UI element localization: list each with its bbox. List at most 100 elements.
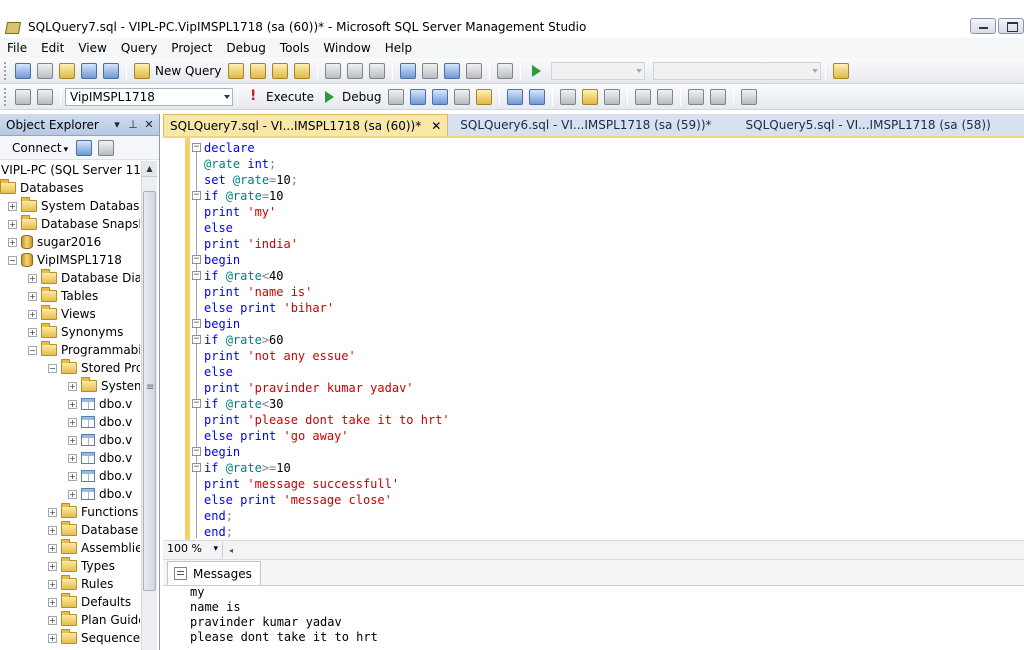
expand-icon[interactable]: + (28, 327, 37, 337)
tree-node[interactable]: − Stored Procedures (0, 359, 140, 377)
add-item-icon[interactable] (37, 62, 53, 79)
tree-node[interactable]: + Database Diagrams (0, 269, 140, 287)
menu-tools[interactable]: Tools (273, 41, 317, 55)
debug-button[interactable]: Debug (342, 90, 381, 104)
expand-icon[interactable]: + (48, 525, 57, 535)
copy-icon[interactable] (347, 62, 364, 79)
collapse-region-icon[interactable]: − (192, 271, 201, 280)
include-actual-plan-icon[interactable] (507, 88, 524, 105)
object-explorer-scrollbar[interactable]: ▲ (141, 161, 157, 650)
tree-node[interactable]: + Rules (0, 575, 140, 593)
collapse-region-icon[interactable]: − (192, 335, 201, 344)
specify-template-values-icon[interactable] (741, 88, 758, 105)
undo-icon[interactable] (400, 62, 417, 79)
save-icon[interactable] (81, 62, 97, 79)
tree-node[interactable]: + dbo.v (0, 449, 140, 467)
expand-icon[interactable]: + (28, 309, 37, 319)
tree-node[interactable]: + Functions (0, 503, 140, 521)
collapse-region-icon[interactable]: − (192, 447, 201, 456)
menu-query[interactable]: Query (114, 41, 164, 55)
scroll-thumb[interactable] (143, 191, 156, 591)
expand-icon[interactable]: + (48, 615, 57, 625)
expand-icon[interactable]: + (48, 561, 57, 571)
menu-edit[interactable]: Edit (34, 41, 71, 55)
query-designer-icon[interactable] (454, 88, 471, 105)
decrease-indent-icon[interactable] (688, 88, 705, 105)
minimize-button[interactable] (970, 18, 996, 34)
collapse-region-icon[interactable]: − (192, 255, 201, 264)
results-to-grid-icon[interactable] (582, 88, 599, 105)
menu-window[interactable]: Window (316, 41, 377, 55)
disconnect-icon[interactable] (76, 139, 93, 156)
navigate-forward-icon[interactable] (466, 62, 483, 79)
tree-node[interactable]: Databases (0, 179, 140, 197)
tree-node[interactable]: + System Databases (0, 197, 140, 215)
code-area[interactable]: declare @rate int; set @rate=10; if @rate=1… (204, 140, 450, 540)
navigate-back-icon[interactable] (444, 62, 461, 79)
cut-icon[interactable] (325, 62, 342, 79)
expand-icon[interactable]: + (68, 489, 77, 499)
collapse-region-icon[interactable]: − (192, 319, 201, 328)
tree-node[interactable]: + dbo.v (0, 431, 140, 449)
menu-file[interactable]: File (0, 41, 34, 55)
parse-icon[interactable] (410, 88, 427, 105)
maximize-button[interactable] (998, 18, 1024, 34)
connect-icon[interactable] (15, 88, 31, 105)
new-query-button[interactable]: New Query (155, 64, 221, 78)
client-statistics-icon[interactable] (529, 88, 546, 105)
collapse-icon[interactable]: − (8, 255, 17, 265)
tree-node[interactable]: + Types (0, 557, 140, 575)
tree-node[interactable]: + dbo.v (0, 485, 140, 503)
tree-node[interactable]: + Plan Guides (0, 611, 140, 629)
toolbar-grip[interactable] (4, 87, 8, 106)
connect-button[interactable]: Connect (12, 141, 68, 155)
expand-icon[interactable]: + (8, 237, 17, 247)
database-engine-query-icon[interactable] (228, 62, 245, 79)
expand-icon[interactable]: + (68, 435, 77, 445)
available-databases-dropdown[interactable]: VipIMSPL1718 (65, 87, 233, 106)
increase-indent-icon[interactable] (710, 88, 727, 105)
expand-icon[interactable]: + (28, 273, 37, 283)
pin-icon[interactable]: ⊥ (127, 118, 139, 131)
expand-icon[interactable]: + (28, 291, 37, 301)
expand-icon[interactable]: + (68, 399, 77, 409)
tree-node[interactable]: + System Stored Procedures (0, 377, 140, 395)
tree-node[interactable]: + Database Snapshots (0, 215, 140, 233)
zoom-dropdown[interactable]: 100 % (163, 542, 223, 558)
paste-icon[interactable] (369, 62, 386, 79)
tree-node[interactable]: + dbo.v (0, 395, 140, 413)
expand-icon[interactable]: + (48, 507, 57, 517)
tab-sqlquery6[interactable]: SQLQuery6.sql - VI...IMSPL1718 (sa (59))… (454, 114, 717, 136)
menu-view[interactable]: View (71, 41, 113, 55)
results-to-file-icon[interactable] (604, 88, 621, 105)
display-estimated-plan-icon[interactable] (432, 88, 449, 105)
collapse-region-icon[interactable]: − (192, 463, 201, 472)
expand-icon[interactable]: + (48, 579, 57, 589)
expand-icon[interactable]: + (48, 543, 57, 553)
menu-help[interactable]: Help (378, 41, 419, 55)
collapse-icon[interactable]: − (28, 345, 37, 355)
expand-icon[interactable]: + (68, 417, 77, 427)
properties-icon[interactable] (833, 62, 850, 79)
uncomment-lines-icon[interactable] (657, 88, 674, 105)
execute-button[interactable]: Execute (266, 90, 314, 104)
tree-node[interactable]: + Tables (0, 287, 140, 305)
solution-config-dropdown[interactable] (551, 61, 646, 80)
activity-monitor-icon[interactable] (497, 62, 514, 79)
expand-icon[interactable]: + (68, 381, 77, 391)
tree-node[interactable]: + sugar2016 (0, 233, 140, 251)
tree-node[interactable]: − VipIMSPL1718 (0, 251, 140, 269)
results-to-text-icon[interactable] (560, 88, 577, 105)
new-project-icon[interactable] (15, 62, 31, 79)
tree-node[interactable]: + dbo.v (0, 413, 140, 431)
expand-icon[interactable]: + (8, 219, 17, 229)
comment-lines-icon[interactable] (635, 88, 652, 105)
toolbar-grip[interactable] (4, 61, 8, 80)
scroll-left-icon[interactable]: ◂ (229, 546, 233, 555)
expand-icon[interactable]: + (8, 201, 17, 211)
collapse-region-icon[interactable]: − (192, 143, 201, 152)
expand-icon[interactable]: + (48, 597, 57, 607)
tree-node[interactable]: + Views (0, 305, 140, 323)
tree-node[interactable]: + dbo.v (0, 467, 140, 485)
tree-node[interactable]: + Defaults (0, 593, 140, 611)
